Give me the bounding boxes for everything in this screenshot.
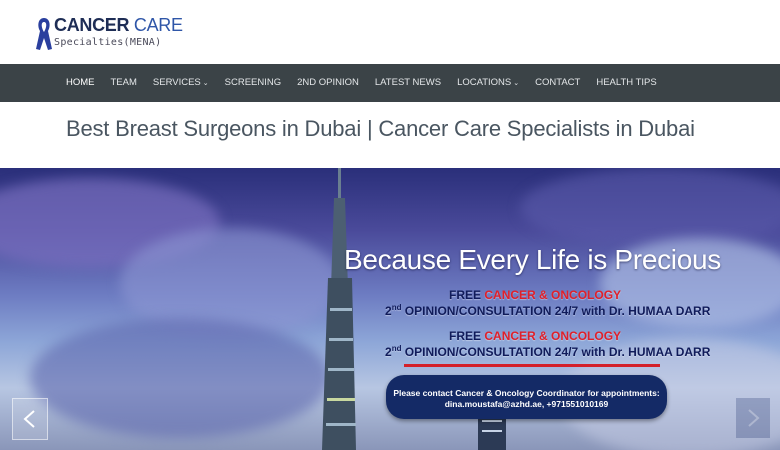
nav-items: HOME TEAM SERVICES ⌄ SCREENING 2ND OPINION LAT… [58, 64, 665, 102]
burj-khalifa-image [322, 168, 356, 450]
promo-line-1: FREE CANCER & ONCOLOGY [449, 329, 621, 343]
promo-highlight: CANCER & ONCOLOGY [484, 329, 622, 343]
cloud-decoration [30, 318, 330, 438]
nav-item-label: HOME [66, 77, 95, 88]
slider-next-button[interactable] [736, 398, 770, 438]
nav-item-label: SERVICES [152, 76, 201, 88]
awareness-ribbon-icon [36, 18, 52, 50]
promo-underline [404, 364, 660, 367]
nav-item-contact[interactable]: CONTACT [527, 64, 588, 102]
chevron-left-icon [23, 410, 35, 428]
logo-tagline: Specialties(MENA) [54, 37, 162, 48]
nav-item-label: 2ND OPINION [297, 77, 359, 88]
promo-ordinal-suffix: nd [391, 344, 402, 353]
promo-free: FREE [449, 288, 482, 302]
promo-ordinal-suffix: nd [391, 303, 402, 312]
nav-item-locations[interactable]: LOCATIONS ⌄ [449, 64, 527, 103]
hero-headline: Because Every Life is Precious [344, 244, 721, 275]
promo-highlight: CANCER & ONCOLOGY [484, 288, 622, 302]
nav-item-label: CONTACT [535, 77, 581, 88]
nav-item-latest-news[interactable]: LATEST NEWS [367, 64, 449, 102]
nav-item-screening[interactable]: SCREENING [217, 64, 289, 102]
promo-line-2: 2nd OPINION/CONSULTATION 24/7 with Dr. H… [385, 344, 710, 359]
nav-item-label: TEAM [110, 77, 137, 88]
promo-line-1: FREE CANCER & ONCOLOGY [449, 288, 621, 302]
nav-item-health-tips[interactable]: HEALTH TIPS [588, 64, 664, 102]
contact-box: Please contact Cancer & Oncology Coordin… [386, 375, 667, 419]
contact-line-1: Please contact Cancer & Oncology Coordin… [393, 388, 660, 398]
main-nav: HOME TEAM SERVICES ⌄ SCREENING 2ND OPINION LAT… [0, 64, 780, 102]
promo-ordinal-num: 2 [385, 304, 392, 318]
chevron-down-icon: ⌄ [513, 79, 520, 87]
logo-wordmark: CANCER CARE [54, 14, 183, 36]
page-title: Best Breast Surgeons in Dubai | Cancer C… [66, 116, 695, 141]
nav-item-label: LATEST NEWS [374, 77, 442, 88]
nav-item-home[interactable]: HOME [58, 64, 103, 102]
promo-line-2-text: OPINION/CONSULTATION 24/7 with Dr. HUMAA… [401, 345, 711, 359]
nav-item-2nd-opinion[interactable]: 2ND OPINION [289, 64, 367, 102]
chevron-right-icon [748, 409, 760, 427]
nav-item-label: LOCATIONS [457, 76, 512, 88]
promo-ordinal-num: 2 [385, 345, 392, 359]
cloud-decoration [520, 168, 780, 248]
promo-free: FREE [449, 329, 482, 343]
contact-line-2[interactable]: dina.moustafa@azhd.ae, +971551010169 [386, 399, 667, 409]
logo-word-care: CARE [133, 15, 183, 35]
nav-item-label: SCREENING [224, 77, 282, 88]
nav-item-team[interactable]: TEAM [103, 64, 145, 102]
nav-item-label: HEALTH TIPS [596, 77, 657, 88]
logo-word-cancer: CANCER [54, 15, 130, 35]
slider-prev-button[interactable] [12, 398, 48, 440]
chevron-down-icon: ⌄ [202, 79, 209, 87]
promo-line-2-text: OPINION/CONSULTATION 24/7 with Dr. HUMAA… [401, 304, 711, 318]
nav-item-services[interactable]: SERVICES ⌄ [145, 64, 217, 103]
promo-line-2: 2nd OPINION/CONSULTATION 24/7 with Dr. H… [385, 303, 710, 318]
